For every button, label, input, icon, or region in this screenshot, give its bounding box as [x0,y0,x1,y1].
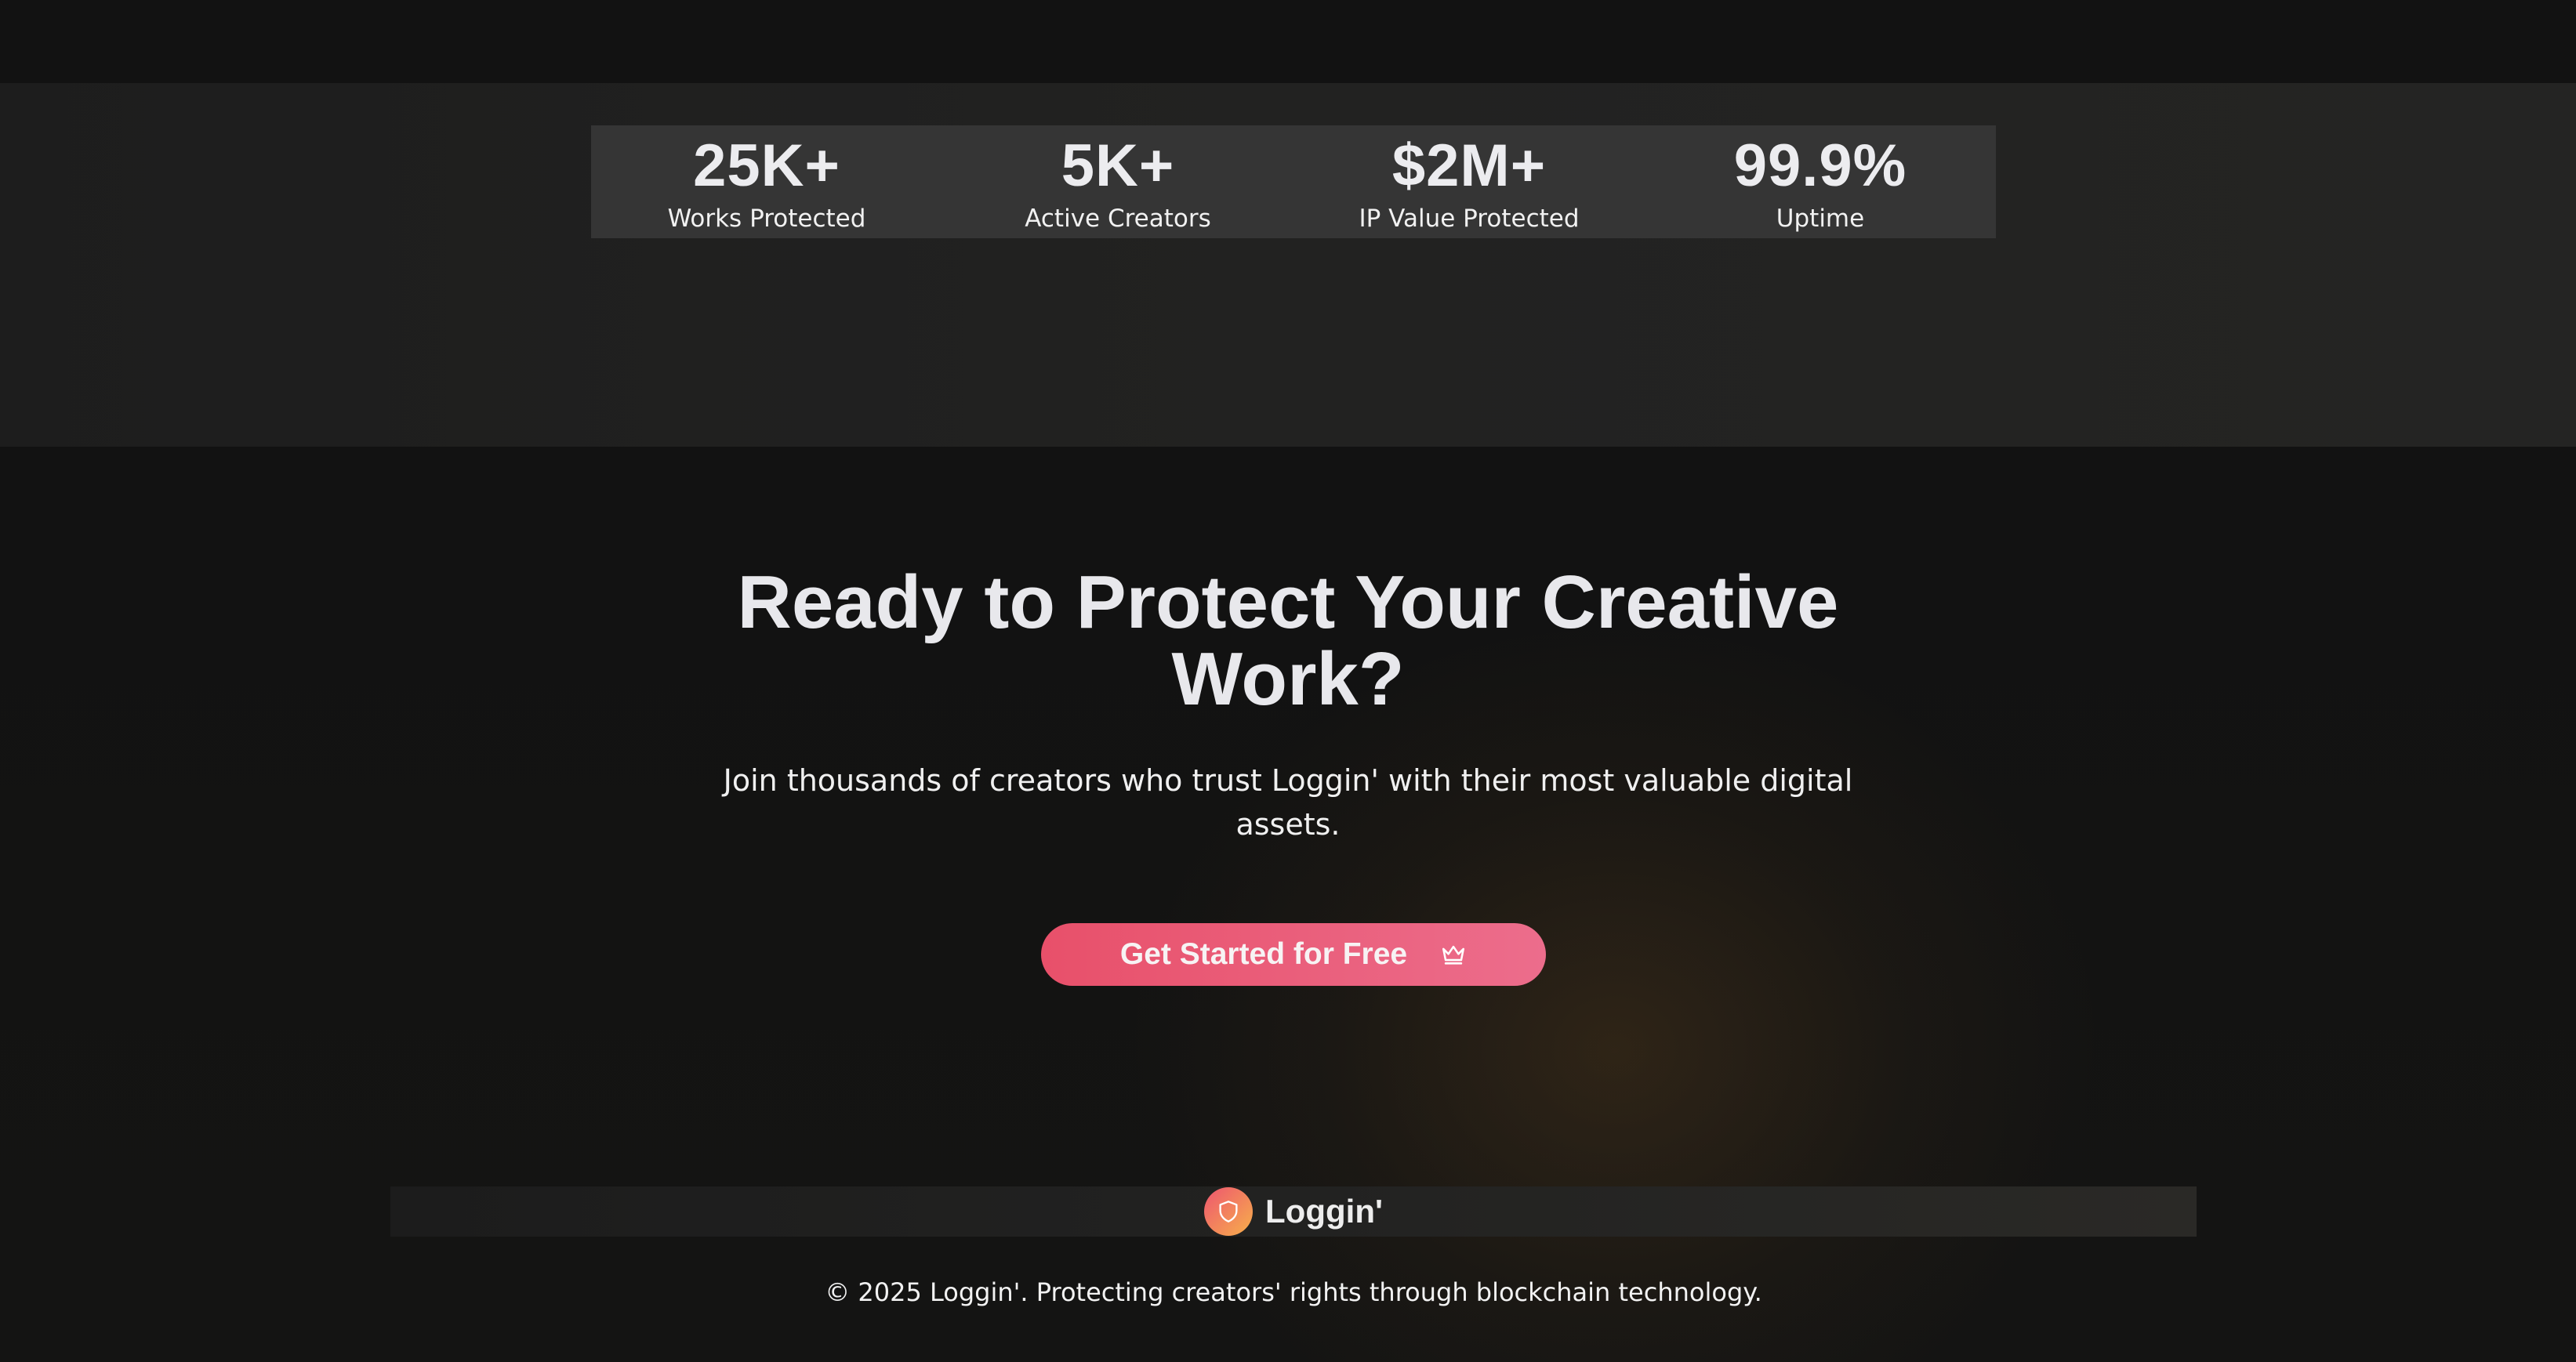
stat-ip-value-protected: $2M+ IP Value Protected [1293,125,1645,238]
get-started-button[interactable]: Get Started for Free [1041,923,1546,986]
footer-brand-bar: Loggin' [390,1186,2197,1237]
logo[interactable] [1204,1187,1254,1236]
shield-icon [1219,1201,1238,1223]
stat-label: IP Value Protected [1359,205,1580,233]
stat-uptime: 99.9% Uptime [1645,125,1996,238]
stat-label: Uptime [1776,205,1865,233]
stat-value: 5K+ [1061,132,1175,199]
stat-value: $2M+ [1391,132,1547,199]
stat-value: 25K+ [693,132,840,199]
stat-works-protected: 25K+ Works Protected [591,125,942,238]
stat-value: 99.9% [1733,132,1907,199]
stat-label: Active Creators [1025,205,1211,233]
stat-label: Works Protected [667,205,866,233]
cta-section: Ready to Protect Your Creative Work? Joi… [661,564,1915,846]
cta-subtitle: Join thousands of creators who trust Log… [723,763,1853,842]
copyright-text: © 2025 Loggin'. Protecting creators' rig… [825,1277,1762,1307]
page-background: 25K+ Works Protected 5K+ Active Creators… [0,0,2576,1362]
brand-name: Loggin' [1265,1193,1383,1230]
crown-icon [1442,945,1465,965]
stat-active-creators: 5K+ Active Creators [942,125,1293,238]
cta-title: Ready to Protect Your Creative Work? [737,560,1839,721]
get-started-button-label: Get Started for Free [1119,937,1408,971]
top-band [0,0,2576,83]
stats-row: 25K+ Works Protected 5K+ Active Creators… [591,125,1996,321]
